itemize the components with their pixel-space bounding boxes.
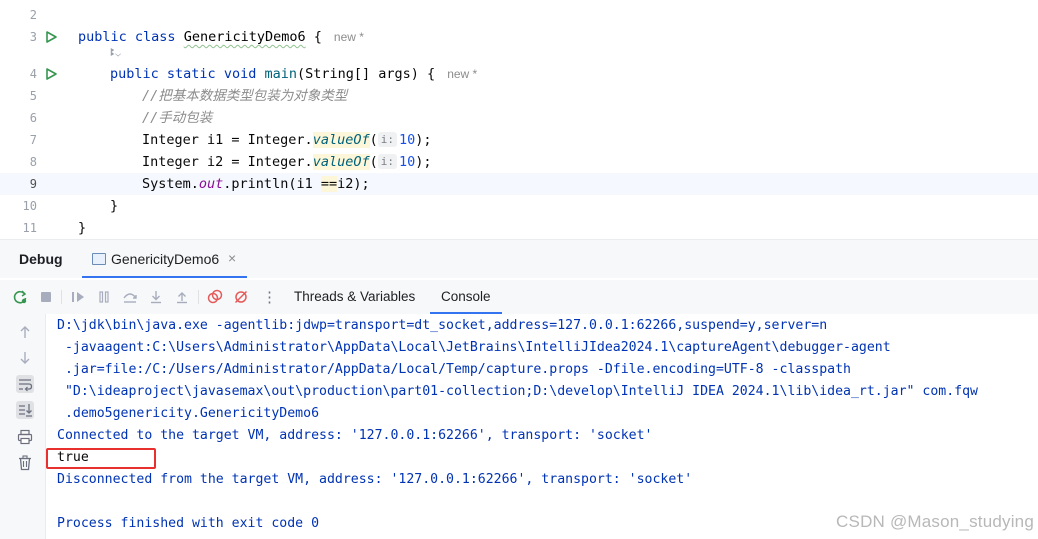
rerun-icon[interactable]	[12, 289, 28, 305]
line-number: 5	[29, 89, 37, 103]
code-line: 11 }	[0, 217, 1038, 239]
code-editor[interactable]: 2 3 public class GenericityDemo6 {new * …	[0, 0, 1038, 239]
scroll-to-end-icon[interactable]	[16, 401, 34, 419]
step-out-icon[interactable]	[174, 289, 190, 305]
tab-console[interactable]: Console	[441, 289, 491, 304]
code-line: 3 public class GenericityDemo6 {new *	[0, 26, 1038, 48]
code-line: 4 public static void main(String[] args)…	[0, 63, 1038, 85]
line-number: 8	[29, 155, 37, 169]
console-line: Connected to the target VM, address: '12…	[57, 428, 653, 443]
code-line: 10 }	[0, 195, 1038, 217]
line-number: 4	[29, 67, 37, 81]
class-name: GenericityDemo6	[183, 29, 306, 45]
parameter-hint: i:	[377, 132, 397, 147]
session-tab-indicator	[82, 276, 247, 278]
toolbar-separator	[198, 290, 199, 304]
code-line: 6 //手动包装	[0, 107, 1038, 129]
line-number: 6	[29, 111, 37, 125]
debug-title: Debug	[19, 251, 63, 267]
console-line: D:\jdk\bin\java.exe -agentlib:jdwp=trans…	[57, 318, 828, 333]
closing-brace: }	[110, 198, 119, 214]
console-line: .jar=file:/C:/Users/Administrator/AppDat…	[57, 362, 851, 377]
code-comment: //手动包装	[142, 110, 213, 126]
stop-icon[interactable]	[38, 289, 54, 305]
line-number: 3	[29, 30, 37, 44]
close-icon[interactable]: ×	[228, 250, 236, 266]
tab-threads-variables[interactable]: Threads & Variables	[294, 289, 415, 304]
method-declaration: public static void main(String[] args) {…	[110, 66, 478, 82]
session-tab-label: GenericityDemo6	[111, 251, 220, 267]
code-statement: Integer i1 = Integer.valueOf(i: 10);	[142, 132, 432, 148]
arrow-up-icon[interactable]	[16, 323, 34, 341]
console-line: "D:\ideaproject\javasemax\out\production…	[57, 384, 978, 399]
line-number: 7	[29, 133, 37, 147]
step-into-icon[interactable]	[148, 289, 164, 305]
code-line: 5 //把基本数据类型包装为对象类型	[0, 85, 1038, 107]
mute-breakpoints-icon[interactable]	[233, 289, 249, 305]
console-line: Process finished with exit code 0	[57, 516, 320, 531]
console-line: .demo5genericity.GenericityDemo6	[57, 406, 320, 421]
code-statement: System.out.println(i1 ==i2);	[142, 176, 370, 192]
code-comment: //把基本数据类型包装为对象类型	[142, 88, 348, 104]
line-number: 11	[22, 221, 37, 235]
parameter-hint: i:	[377, 154, 397, 169]
author-hint-icon[interactable]: ꔪ⌄	[110, 47, 121, 60]
code-line: 8 Integer i2 = Integer.valueOf(i: 10);	[0, 151, 1038, 173]
view-breakpoints-icon[interactable]	[207, 289, 223, 305]
arrow-down-icon[interactable]	[16, 349, 34, 367]
highlight-box	[46, 448, 156, 469]
toolbar-separator	[61, 290, 62, 304]
code-line: 2	[0, 4, 1038, 26]
code-line-current: 9 System.out.println(i1 ==i2);	[0, 173, 1038, 195]
print-icon[interactable]	[16, 428, 34, 446]
author-badge[interactable]: new *	[334, 30, 364, 44]
code-statement: Integer i2 = Integer.valueOf(i: 10);	[142, 154, 432, 170]
step-over-icon[interactable]	[122, 289, 138, 305]
resume-icon[interactable]	[70, 289, 86, 305]
pause-icon[interactable]	[96, 289, 112, 305]
line-number: 2	[29, 8, 37, 22]
soft-wrap-icon[interactable]	[16, 375, 34, 393]
author-badge[interactable]: new *	[447, 67, 477, 81]
run-gutter-icon[interactable]	[44, 30, 58, 44]
more-options-icon[interactable]: ⋮	[262, 288, 277, 306]
line-number: 10	[22, 199, 37, 213]
run-config-icon	[92, 253, 106, 265]
session-tab[interactable]: GenericityDemo6 ×	[82, 240, 247, 278]
class-declaration: public class GenericityDemo6 {new *	[78, 29, 364, 45]
console-line: Disconnected from the target VM, address…	[57, 472, 693, 487]
trash-icon[interactable]	[16, 454, 34, 472]
code-line: 7 Integer i1 = Integer.valueOf(i: 10);	[0, 129, 1038, 151]
run-gutter-icon[interactable]	[44, 67, 58, 81]
closing-brace: }	[78, 220, 87, 236]
console-sidebar	[0, 314, 46, 539]
line-number: 9	[29, 177, 37, 191]
watermark: CSDN @Mason_studying	[836, 512, 1034, 531]
console-line: -javaagent:C:\Users\Administrator\AppDat…	[57, 340, 891, 355]
